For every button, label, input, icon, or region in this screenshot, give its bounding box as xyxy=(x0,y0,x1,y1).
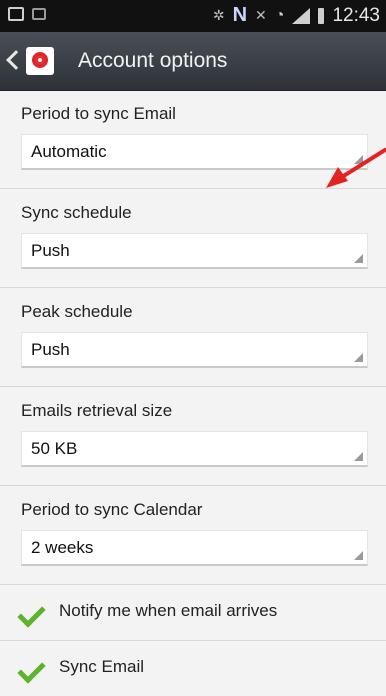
setting-period-sync-calendar: Period to sync Calendar 2 weeks xyxy=(0,486,386,585)
setting-peak-schedule: Peak schedule Push xyxy=(0,288,386,387)
email-app-icon xyxy=(26,47,54,75)
setting-sync-schedule: Sync schedule Push xyxy=(0,189,386,288)
setting-period-sync-email: Period to sync Email Automatic xyxy=(0,90,386,189)
period-sync-email-dropdown[interactable]: Automatic xyxy=(21,134,368,170)
chevron-left-icon xyxy=(6,50,26,70)
sync-email-checkbox[interactable]: Sync Email xyxy=(0,641,386,696)
dropdown-value: 2 weeks xyxy=(31,538,94,557)
checkmark-icon xyxy=(17,655,46,684)
setting-label: Sync schedule xyxy=(21,203,132,222)
signal-icon xyxy=(292,7,311,24)
setting-label: Emails retrieval size xyxy=(21,401,173,420)
dropdown-corner-icon xyxy=(354,452,363,461)
mute-icon: ✕ xyxy=(255,7,267,23)
retrieval-size-dropdown[interactable]: 50 KB xyxy=(21,431,368,467)
notify-email-checkbox[interactable]: Notify me when email arrives xyxy=(0,585,386,641)
dropdown-corner-icon xyxy=(354,254,363,263)
notification-icon xyxy=(32,8,46,20)
page-title: Account options xyxy=(78,49,228,72)
dropdown-corner-icon xyxy=(354,353,363,362)
gallery-notification-icon xyxy=(8,7,24,21)
setting-label: Peak schedule xyxy=(21,302,133,321)
setting-label: Period to sync Email xyxy=(21,104,176,123)
peak-schedule-dropdown[interactable]: Push xyxy=(21,332,368,368)
setting-label: Period to sync Calendar xyxy=(21,500,203,519)
period-sync-calendar-dropdown[interactable]: 2 weeks xyxy=(21,530,368,566)
checkmark-icon xyxy=(17,599,46,628)
status-bar: ✲ N ✕ ◔ 12:43 xyxy=(0,0,386,32)
dropdown-value: Automatic xyxy=(31,142,107,161)
wifi-icon: ◔ xyxy=(274,6,285,24)
action-bar: Account options xyxy=(0,32,386,91)
setting-emails-retrieval-size: Emails retrieval size 50 KB xyxy=(0,387,386,486)
battery-icon xyxy=(318,7,325,24)
checkbox-label: Sync Email xyxy=(59,657,145,676)
sync-schedule-dropdown[interactable]: Push xyxy=(21,233,368,269)
dropdown-value: Push xyxy=(31,340,70,359)
vibrate-icon: ✲ xyxy=(212,7,225,23)
clock: 12:43 xyxy=(332,4,380,26)
nfc-icon: N xyxy=(232,4,248,26)
dropdown-value: Push xyxy=(31,241,70,260)
dropdown-corner-icon xyxy=(354,551,363,560)
back-button[interactable] xyxy=(0,32,70,90)
dropdown-value: 50 KB xyxy=(31,439,78,458)
dropdown-corner-icon xyxy=(354,155,363,164)
checkbox-label: Notify me when email arrives xyxy=(59,601,278,620)
